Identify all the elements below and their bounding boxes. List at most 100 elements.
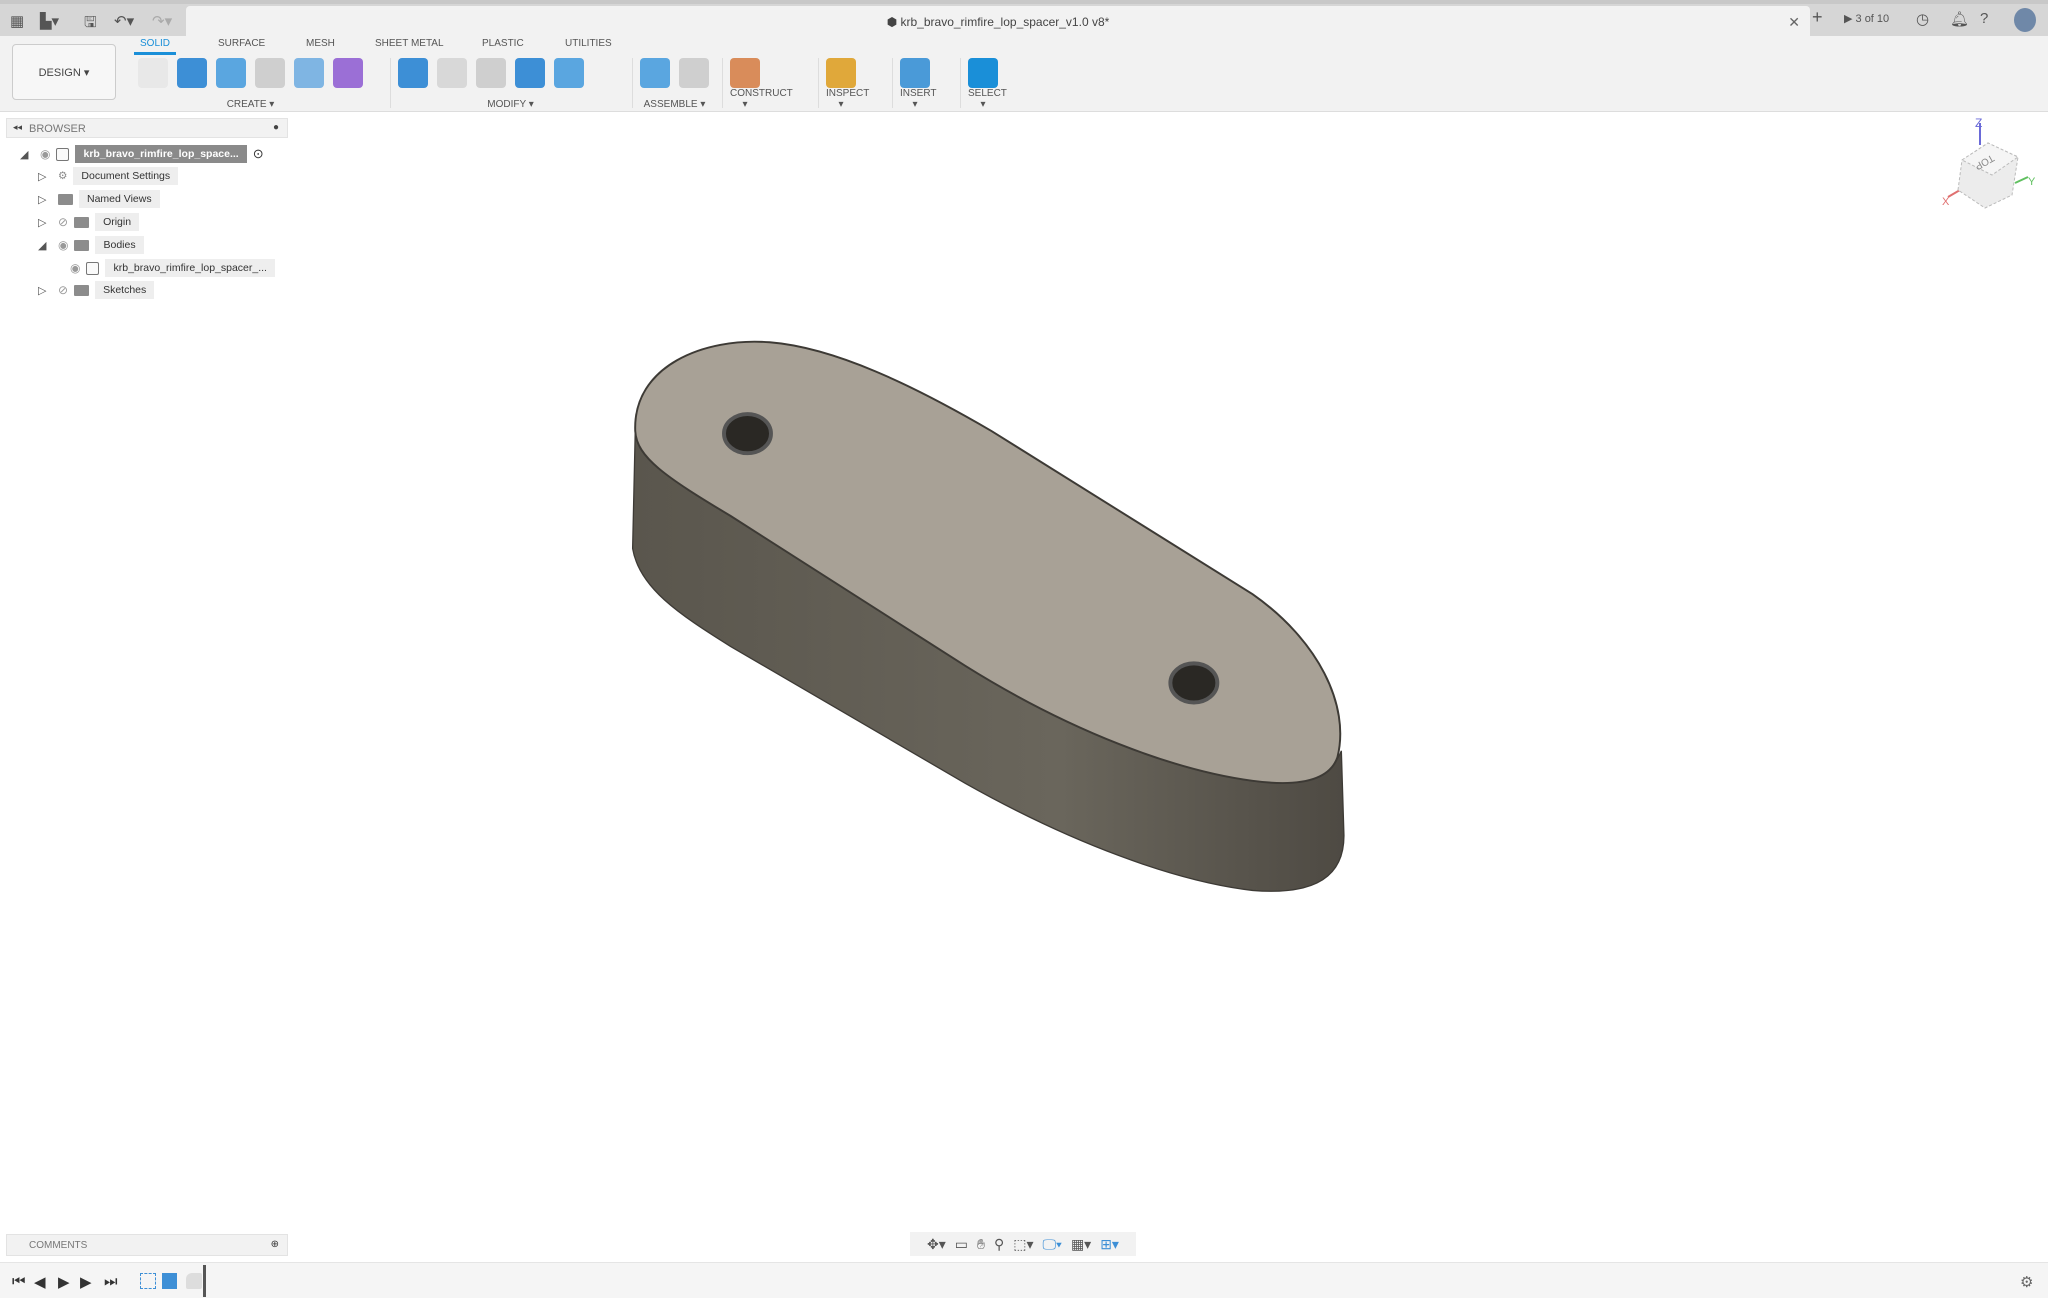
folder-icon [74, 216, 90, 228]
look-at-icon[interactable]: ▭ [955, 1236, 968, 1253]
comments-panel[interactable]: COMMENTS ⊕ [6, 1234, 288, 1256]
undo-icon[interactable]: ↶▾ [114, 12, 134, 30]
pattern-icon[interactable] [294, 58, 324, 88]
timeline-sketch-icon[interactable] [140, 1273, 156, 1289]
expand-arrow-icon[interactable]: ▷ [38, 170, 52, 183]
apps-grid-icon[interactable]: ▦ [10, 12, 24, 30]
help-icon[interactable]: ? [1980, 10, 1988, 27]
tab-solid[interactable]: SOLID [134, 38, 177, 55]
step-back-icon[interactable]: ◀ [34, 1273, 46, 1291]
toolbar-group-label[interactable]: CREATE ▾ [138, 99, 363, 110]
z-axis-label: Z [1975, 116, 1982, 130]
timeline-extrude-icon[interactable] [162, 1273, 177, 1289]
avatar[interactable] [2014, 8, 2036, 32]
visibility-off-icon[interactable]: ⊘ [58, 283, 68, 297]
new-sketch-icon[interactable] [138, 58, 168, 88]
clock-icon[interactable]: ◷ [1916, 10, 1929, 28]
expand-arrow-icon[interactable]: ▷ [38, 216, 52, 229]
design-workspace-button[interactable]: DESIGN ▾ [12, 44, 116, 100]
joint-icon[interactable] [679, 58, 709, 88]
toolbar-group-label[interactable]: INSERT ▾ [900, 88, 937, 110]
tab-surface[interactable]: SURFACE [218, 38, 265, 49]
view-cube[interactable]: Z X Y TOP [1940, 115, 2040, 225]
new-component-icon[interactable] [640, 58, 670, 88]
timeline: ⏮ ◀ ▶ ▶ ⏭ ⚙ [0, 1262, 2048, 1298]
browser-item-label: Origin [95, 213, 140, 231]
combine-icon[interactable] [515, 58, 545, 88]
toolbar-group-label[interactable]: MODIFY ▾ [398, 99, 623, 110]
file-icon[interactable]: ▙▾ [40, 12, 59, 30]
tab-mesh[interactable]: MESH [306, 38, 335, 49]
browser-item-document-settings[interactable]: ▷ ⚙ Document Settings [38, 166, 179, 186]
visibility-icon[interactable]: ◉ [58, 238, 68, 252]
zoom-icon[interactable]: ⚲ [994, 1236, 1004, 1253]
notification-bell-icon[interactable]: 🔔︎ [1950, 10, 1969, 28]
timeline-settings-icon[interactable]: ⚙ [2020, 1273, 2033, 1291]
activate-radio-icon[interactable]: ⊙ [253, 146, 264, 162]
settings-gear-icon: ⚙ [58, 170, 68, 182]
split-face-icon[interactable] [554, 58, 584, 88]
extrude-icon[interactable] [177, 58, 207, 88]
browser-item-origin[interactable]: ▷ ⊘ Origin [38, 212, 140, 232]
step-forward-icon[interactable]: ▶ [80, 1273, 92, 1291]
insert-image-icon[interactable] [900, 58, 930, 88]
select-icon[interactable] [968, 58, 998, 88]
browser-item-label: Document Settings [73, 167, 179, 185]
expand-arrow-icon[interactable]: ▷ [38, 193, 52, 206]
toolbar-group-label[interactable]: SELECT ▾ [968, 88, 1007, 110]
browser-item-krb-bravo-rimfire-lop-spacer[interactable]: ◉ krb_bravo_rimfire_lop_spacer_... [70, 258, 275, 278]
browser-item-label: krb_bravo_rimfire_lop_spacer_... [105, 259, 275, 277]
3d-model-spacer[interactable] [600, 320, 1357, 901]
job-status[interactable]: ▶ 3 of 10 [1844, 12, 1889, 25]
collapse-arrow-icon[interactable]: ◢ [38, 239, 52, 252]
shell-icon[interactable] [476, 58, 506, 88]
fit-window-icon[interactable]: ⬚▾ [1013, 1236, 1033, 1253]
browser-panel-header[interactable]: ◂◂ BROWSER ● [6, 118, 288, 138]
new-tab-button[interactable]: + [1812, 7, 1823, 28]
save-icon[interactable]: 🖫 [84, 12, 97, 37]
tab-plastic[interactable]: PLASTIC [482, 38, 524, 49]
grid-icon[interactable]: ▦▾ [1071, 1236, 1091, 1253]
collapse-arrow-icon[interactable]: ◢ [20, 148, 34, 161]
visibility-icon[interactable]: ◉ [70, 261, 80, 275]
tab-sheet-metal[interactable]: SHEET METAL [375, 38, 444, 49]
toolbar-divider [892, 58, 893, 108]
pan-hand-icon[interactable]: ✋︎ [977, 1236, 985, 1253]
browser-options-icon[interactable]: ● [273, 122, 279, 133]
go-to-start-icon[interactable]: ⏮ [12, 1273, 26, 1290]
go-to-end-icon[interactable]: ⏭ [104, 1273, 118, 1290]
visibility-off-icon[interactable]: ⊘ [58, 215, 68, 229]
add-comment-icon[interactable]: ⊕ [271, 1239, 279, 1250]
close-tab-button[interactable]: ✕ [1788, 14, 1800, 31]
browser-item-label: Bodies [95, 236, 144, 254]
viewports-icon[interactable]: ⊞▾ [1100, 1236, 1119, 1253]
visibility-icon[interactable]: ◉ [40, 147, 50, 161]
document-tab[interactable]: ⬢ krb_bravo_rimfire_lop_spacer_v1.0 v8* … [186, 6, 1810, 38]
browser-item-bodies[interactable]: ◢ ◉ Bodies [38, 235, 144, 255]
toolbar-group-label[interactable]: INSPECT ▾ [826, 88, 869, 110]
play-icon[interactable]: ▶ [58, 1273, 70, 1291]
fillet-icon[interactable] [437, 58, 467, 88]
timeline-fillet-icon[interactable] [186, 1273, 202, 1289]
press-pull-icon[interactable] [398, 58, 428, 88]
toolbar-group-label[interactable]: ASSEMBLE ▾ [640, 99, 709, 110]
orbit-icon[interactable]: ✥▾ [927, 1236, 946, 1253]
tab-utilities[interactable]: UTILITIES [565, 38, 612, 49]
hole-icon[interactable] [255, 58, 285, 88]
redo-icon[interactable]: ↷▾ [152, 12, 172, 30]
collapse-icon[interactable]: ◂◂ [13, 122, 22, 133]
move-icon[interactable] [593, 58, 623, 88]
browser-item-sketches[interactable]: ▷ ⊘ Sketches [38, 280, 155, 300]
browser-item-named-views[interactable]: ▷ Named Views [38, 189, 160, 209]
display-settings-icon[interactable]: 🖵▾ [1043, 1236, 1062, 1253]
toolbar-divider [960, 58, 961, 108]
browser-item-krb-bravo-rimfire-lop-space[interactable]: ◢ ◉ krb_bravo_rimfire_lop_space... ⊙ [20, 144, 264, 164]
expand-arrow-icon[interactable]: ▷ [38, 284, 52, 297]
measure-icon[interactable] [826, 58, 856, 88]
toolbar-group-label[interactable]: CONSTRUCT ▾ [730, 88, 793, 110]
revolve-icon[interactable] [216, 58, 246, 88]
timeline-marker[interactable] [203, 1265, 206, 1297]
offset-plane-icon[interactable] [730, 58, 760, 88]
form-icon[interactable] [333, 58, 363, 88]
toolbar-group-inspect: INSPECT ▾ [826, 56, 869, 110]
